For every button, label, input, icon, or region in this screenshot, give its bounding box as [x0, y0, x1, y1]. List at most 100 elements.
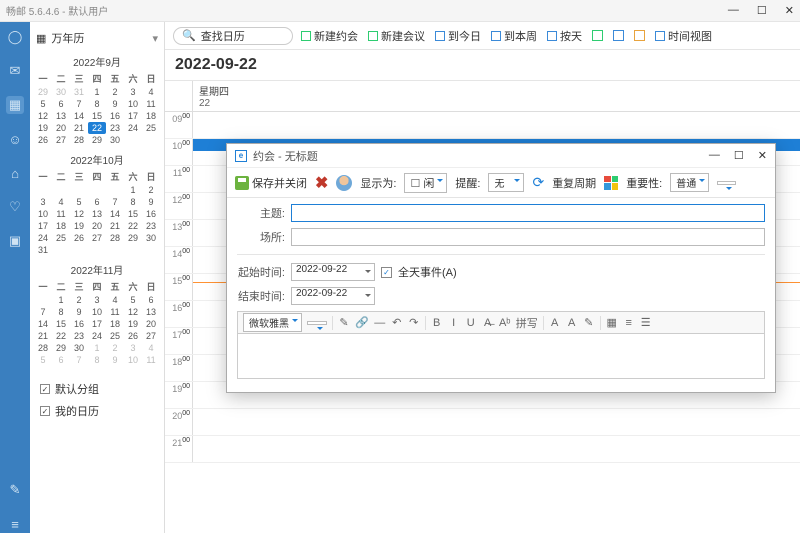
calendar-day[interactable]: [52, 244, 70, 256]
toolbar-button[interactable]: 新建会议: [368, 28, 425, 44]
calendar-day[interactable]: 10: [34, 208, 52, 220]
calendar-day[interactable]: 16: [70, 318, 88, 330]
calendar-day[interactable]: 22: [88, 122, 106, 134]
calendar-day[interactable]: 23: [106, 122, 124, 134]
calendar-day[interactable]: 28: [70, 134, 88, 146]
calendar-day[interactable]: 11: [106, 306, 124, 318]
calendar-day[interactable]: 13: [52, 110, 70, 122]
calendar-day[interactable]: 15: [88, 110, 106, 122]
calendar-day[interactable]: 9: [142, 196, 160, 208]
rail-wrench-icon[interactable]: ✎: [6, 481, 24, 499]
calendar-day[interactable]: [34, 294, 52, 306]
calendar-day[interactable]: 20: [52, 122, 70, 134]
editor-button[interactable]: ≡: [623, 317, 635, 329]
calendar-day[interactable]: 1: [88, 342, 106, 354]
calendar-day[interactable]: 22: [52, 330, 70, 342]
calendar-day[interactable]: 17: [124, 110, 142, 122]
editor-button[interactable]: ✎: [583, 316, 595, 329]
calendar-day[interactable]: 8: [88, 98, 106, 110]
calendar-day[interactable]: 29: [124, 232, 142, 244]
toolbar-button[interactable]: 按天: [547, 28, 582, 44]
calendar-day[interactable]: 28: [106, 232, 124, 244]
calendar-day[interactable]: 9: [106, 354, 124, 366]
calendar-day[interactable]: 21: [106, 220, 124, 232]
search-input[interactable]: 🔍 查找日历: [173, 27, 293, 45]
calendar-day[interactable]: 2: [106, 342, 124, 354]
calendar-day[interactable]: 11: [142, 354, 160, 366]
importance-dropdown[interactable]: 普通: [670, 173, 709, 192]
mini-calendar[interactable]: 2022年10月一二三四五六日1234567891011121314151617…: [34, 152, 160, 256]
editor-button[interactable]: 拼写: [516, 315, 538, 331]
calendar-day[interactable]: 23: [142, 220, 160, 232]
calendar-day[interactable]: 31: [70, 86, 88, 98]
calendar-day[interactable]: 29: [34, 86, 52, 98]
toolbar-button[interactable]: 新建约会: [301, 28, 358, 44]
editor-button[interactable]: U: [465, 317, 477, 329]
allday-label[interactable]: 全天事件(A): [398, 264, 457, 280]
calendar-day[interactable]: 4: [52, 196, 70, 208]
calendar-day[interactable]: 5: [34, 354, 52, 366]
calendar-group[interactable]: ✓默认分组: [34, 378, 160, 400]
calendar-day[interactable]: 25: [142, 122, 160, 134]
calendar-day[interactable]: 16: [106, 110, 124, 122]
calendar-day[interactable]: 19: [34, 122, 52, 134]
calendar-day[interactable]: 4: [106, 294, 124, 306]
calendar-day[interactable]: 2: [70, 294, 88, 306]
calendar-day[interactable]: 28: [34, 342, 52, 354]
recurrence-icon[interactable]: ⟳: [532, 174, 544, 191]
dialog-minimize-button[interactable]: —: [709, 149, 720, 162]
calendar-day[interactable]: 20: [88, 220, 106, 232]
calendar-day[interactable]: 22: [124, 220, 142, 232]
time-row[interactable]: 0900: [165, 112, 800, 139]
calendar-day[interactable]: 25: [52, 232, 70, 244]
close-button[interactable]: ✕: [785, 4, 794, 17]
save-and-close-button[interactable]: 保存并关闭: [235, 175, 307, 191]
calendar-day[interactable]: 29: [52, 342, 70, 354]
calendar-day[interactable]: 4: [142, 342, 160, 354]
editor-button[interactable]: B: [431, 317, 443, 329]
calendar-day[interactable]: 9: [106, 98, 124, 110]
calendar-day[interactable]: 24: [34, 232, 52, 244]
editor-button[interactable]: I: [448, 317, 460, 329]
calendar-day[interactable]: 11: [142, 98, 160, 110]
calendar-day[interactable]: [106, 244, 124, 256]
calendar-day[interactable]: 31: [34, 244, 52, 256]
calendar-day[interactable]: 2: [106, 86, 124, 98]
calendar-day[interactable]: 13: [142, 306, 160, 318]
rail-people-icon[interactable]: ☺: [6, 130, 24, 148]
editor-button[interactable]: 🔗: [355, 316, 369, 329]
calendar-day[interactable]: 3: [88, 294, 106, 306]
repeat-label[interactable]: 重复周期: [552, 175, 596, 191]
sidebar-dropdown-icon[interactable]: ▾: [152, 32, 158, 45]
calendar-day[interactable]: 3: [124, 342, 142, 354]
editor-button[interactable]: A: [549, 317, 561, 329]
calendar-day[interactable]: [106, 184, 124, 196]
minimize-button[interactable]: —: [728, 4, 739, 17]
calendar-day[interactable]: 17: [34, 220, 52, 232]
calendar-day[interactable]: 17: [88, 318, 106, 330]
more-dropdown[interactable]: [717, 181, 736, 185]
calendar-day[interactable]: 18: [142, 110, 160, 122]
calendar-day[interactable]: 26: [124, 330, 142, 342]
rail-calendar-icon[interactable]: ▦: [6, 96, 24, 114]
mini-calendar[interactable]: 2022年11月一二三四五六日1234567891011121314151617…: [34, 262, 160, 366]
calendar-day[interactable]: 6: [52, 354, 70, 366]
dialog-close-button[interactable]: ✕: [758, 149, 767, 162]
calendar-day[interactable]: 21: [70, 122, 88, 134]
editor-body[interactable]: [237, 333, 765, 379]
calendar-day[interactable]: 6: [52, 98, 70, 110]
mini-calendar[interactable]: 2022年9月一二三四五六日29303112345678910111213141…: [34, 54, 160, 146]
calendar-day[interactable]: 12: [34, 110, 52, 122]
calendar-day[interactable]: 5: [124, 294, 142, 306]
font-dropdown[interactable]: 微软雅黑: [243, 313, 302, 332]
calendar-day[interactable]: 20: [142, 318, 160, 330]
calendar-day[interactable]: 21: [34, 330, 52, 342]
calendar-day[interactable]: [70, 184, 88, 196]
rail-bulb-icon[interactable]: ♡: [6, 198, 24, 216]
calendar-day[interactable]: 18: [106, 318, 124, 330]
calendar-day[interactable]: 8: [124, 196, 142, 208]
calendar-day[interactable]: 30: [106, 134, 124, 146]
toolbar-button[interactable]: 时间视图: [655, 28, 712, 44]
calendar-day[interactable]: 7: [70, 98, 88, 110]
calendar-day[interactable]: 3: [34, 196, 52, 208]
